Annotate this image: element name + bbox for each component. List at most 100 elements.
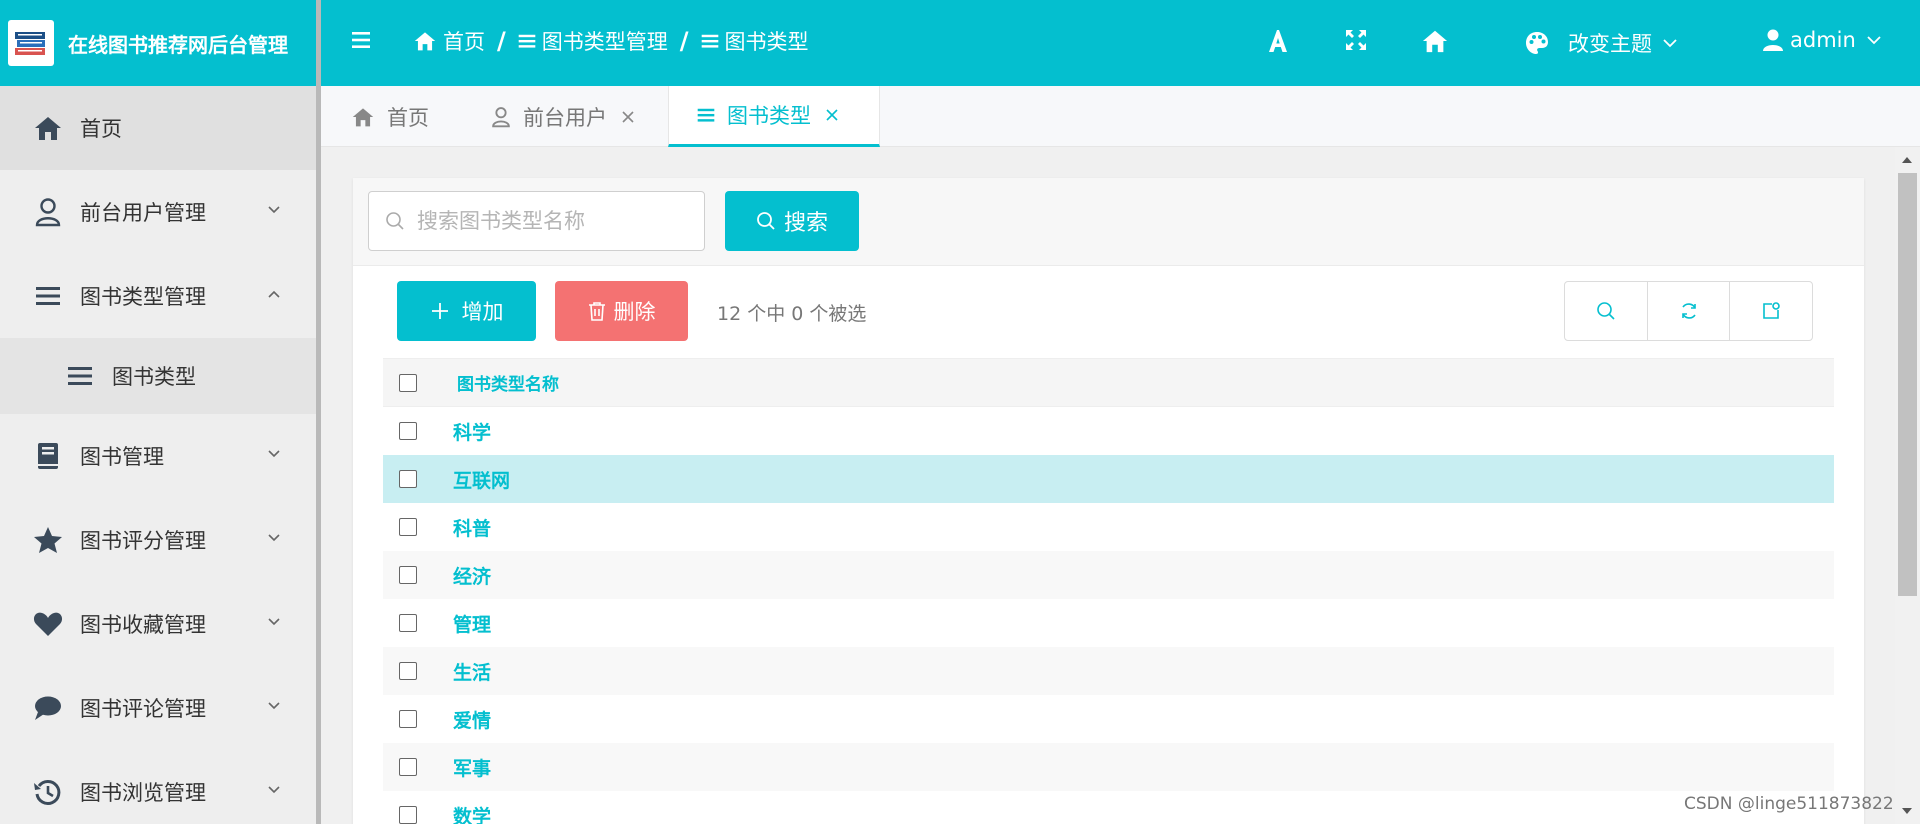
type-name-cell[interactable]: 爱情: [453, 706, 491, 733]
menu-toggle-icon[interactable]: [351, 30, 373, 50]
breadcrumb-book-type-mgmt[interactable]: 图书类型管理: [518, 26, 668, 56]
table-row[interactable]: 爱情: [383, 695, 1834, 743]
user-menu[interactable]: admin: [1762, 28, 1882, 52]
table-row[interactable]: 管理: [383, 599, 1834, 647]
data-table: 图书类型名称 科学 互联网 科普 经济 管理 生活 爱情 军事 数学: [383, 358, 1834, 824]
sidebar-item-label: 图书收藏管理: [80, 613, 206, 637]
chevron-down-icon: [268, 206, 280, 214]
table-row[interactable]: 军事: [383, 743, 1834, 791]
table-row[interactable]: 互联网: [383, 455, 1834, 503]
breadcrumb-separator: /: [679, 27, 689, 55]
search-bar: 搜索: [353, 178, 1864, 266]
chevron-down-icon: [268, 786, 280, 794]
type-name-cell[interactable]: 管理: [453, 610, 491, 637]
table-header: 图书类型名称: [383, 358, 1834, 407]
type-name-cell[interactable]: 经济: [453, 562, 491, 589]
app-title: 在线图书推荐网后台管理: [68, 32, 288, 57]
tab-bar: 首页 前台用户 图书类型: [321, 86, 1920, 147]
breadcrumb-home[interactable]: 首页: [413, 26, 485, 56]
add-button-label: 增加: [461, 300, 504, 324]
table-row[interactable]: 数学: [383, 791, 1834, 824]
theme-switcher[interactable]: 改变主题: [1524, 28, 1678, 58]
type-name-cell[interactable]: 科学: [453, 418, 491, 445]
search-icon: [757, 212, 775, 230]
palette-icon: [1526, 32, 1548, 54]
book-icon: [32, 440, 64, 472]
row-checkbox[interactable]: [399, 806, 417, 824]
breadcrumb-label: 首页: [443, 30, 485, 54]
table-row[interactable]: 经济: [383, 551, 1834, 599]
type-name-cell[interactable]: 数学: [453, 802, 491, 824]
sidebar-item-home[interactable]: 首页: [0, 86, 316, 170]
type-name-cell[interactable]: 军事: [453, 754, 491, 781]
search-button[interactable]: 搜索: [725, 191, 859, 251]
sidebar-item-label: 图书类型: [112, 365, 196, 389]
sidebar-item-label: 图书浏览管理: [80, 781, 206, 805]
selection-count: 12 个中 0 个被选: [717, 303, 867, 325]
export-icon: [1763, 302, 1780, 319]
sidebar-item-label: 图书管理: [80, 445, 164, 469]
export-button[interactable]: [1730, 282, 1812, 340]
main-content: 搜索 增加 删除 12 个中 0 个被选: [321, 147, 1890, 824]
sidebar-item-book-type[interactable]: 图书类型: [0, 338, 316, 414]
sidebar-item-favorite-mgmt[interactable]: 图书收藏管理: [0, 582, 316, 666]
sidebar-item-label: 图书类型管理: [80, 285, 206, 309]
type-name-cell[interactable]: 生活: [453, 658, 491, 685]
tab-frontend-users[interactable]: 前台用户: [491, 86, 647, 147]
row-checkbox[interactable]: [399, 566, 417, 584]
tab-book-type[interactable]: 图书类型: [668, 86, 880, 147]
search-input[interactable]: [417, 209, 697, 233]
breadcrumb-label: 图书类型: [724, 30, 809, 54]
search-field[interactable]: [368, 191, 705, 251]
chevron-up-icon: [268, 290, 280, 298]
row-checkbox[interactable]: [399, 710, 417, 728]
list-icon: [32, 280, 64, 312]
sidebar-item-frontend-users[interactable]: 前台用户管理: [0, 170, 316, 254]
table-row[interactable]: 生活: [383, 647, 1834, 695]
tab-home[interactable]: 首页: [351, 86, 429, 147]
font-size-icon[interactable]: [1267, 28, 1289, 54]
watermark: CSDN @linge511873822: [1684, 794, 1894, 814]
add-button[interactable]: 增加: [397, 281, 536, 341]
sidebar-item-browse-mgmt[interactable]: 图书浏览管理: [0, 750, 316, 824]
search-toggle-button[interactable]: [1565, 282, 1648, 340]
row-checkbox[interactable]: [399, 614, 417, 632]
star-icon: [32, 524, 64, 556]
row-checkbox[interactable]: [399, 518, 417, 536]
refresh-button[interactable]: [1648, 282, 1731, 340]
column-header-type-name[interactable]: 图书类型名称: [457, 370, 559, 395]
fullscreen-icon[interactable]: [1344, 28, 1368, 52]
search-icon: [1597, 302, 1615, 320]
close-icon[interactable]: [621, 110, 635, 124]
list-icon: [701, 34, 718, 48]
sidebar-item-rating-mgmt[interactable]: 图书评分管理: [0, 498, 316, 582]
row-checkbox[interactable]: [399, 470, 417, 488]
row-checkbox[interactable]: [399, 422, 417, 440]
table-tools: [1564, 281, 1813, 341]
plus-icon: [431, 303, 448, 319]
type-name-cell[interactable]: 科普: [453, 514, 491, 541]
content-panel: 搜索 增加 删除 12 个中 0 个被选: [353, 178, 1864, 824]
top-header: 首页 / 图书类型管理 / 图书类型 改变主题 admin: [321, 0, 1920, 86]
table-row[interactable]: 科学: [383, 407, 1834, 455]
tab-label: 首页: [387, 105, 429, 130]
delete-button[interactable]: 删除: [555, 281, 688, 341]
close-icon[interactable]: [825, 108, 839, 122]
type-name-cell[interactable]: 互联网: [453, 466, 510, 493]
page-scrollbar[interactable]: [1895, 147, 1920, 824]
sidebar-item-book-mgmt[interactable]: 图书管理: [0, 414, 316, 498]
trash-icon: [588, 302, 605, 321]
heart-icon: [32, 608, 64, 640]
sidebar-item-comment-mgmt[interactable]: 图书评论管理: [0, 666, 316, 750]
row-checkbox[interactable]: [399, 758, 417, 776]
select-all-checkbox[interactable]: [399, 373, 417, 392]
scroll-up-arrow-icon[interactable]: [1902, 157, 1912, 163]
table-toolbar: 增加 删除 12 个中 0 个被选: [397, 281, 1829, 343]
home-icon[interactable]: [1421, 28, 1449, 54]
table-row[interactable]: 科普: [383, 503, 1834, 551]
scroll-down-arrow-icon[interactable]: [1902, 808, 1912, 814]
user-icon: [1763, 29, 1783, 51]
sidebar-item-book-type-mgmt[interactable]: 图书类型管理: [0, 254, 316, 338]
scrollbar-thumb[interactable]: [1898, 173, 1917, 596]
row-checkbox[interactable]: [399, 662, 417, 680]
